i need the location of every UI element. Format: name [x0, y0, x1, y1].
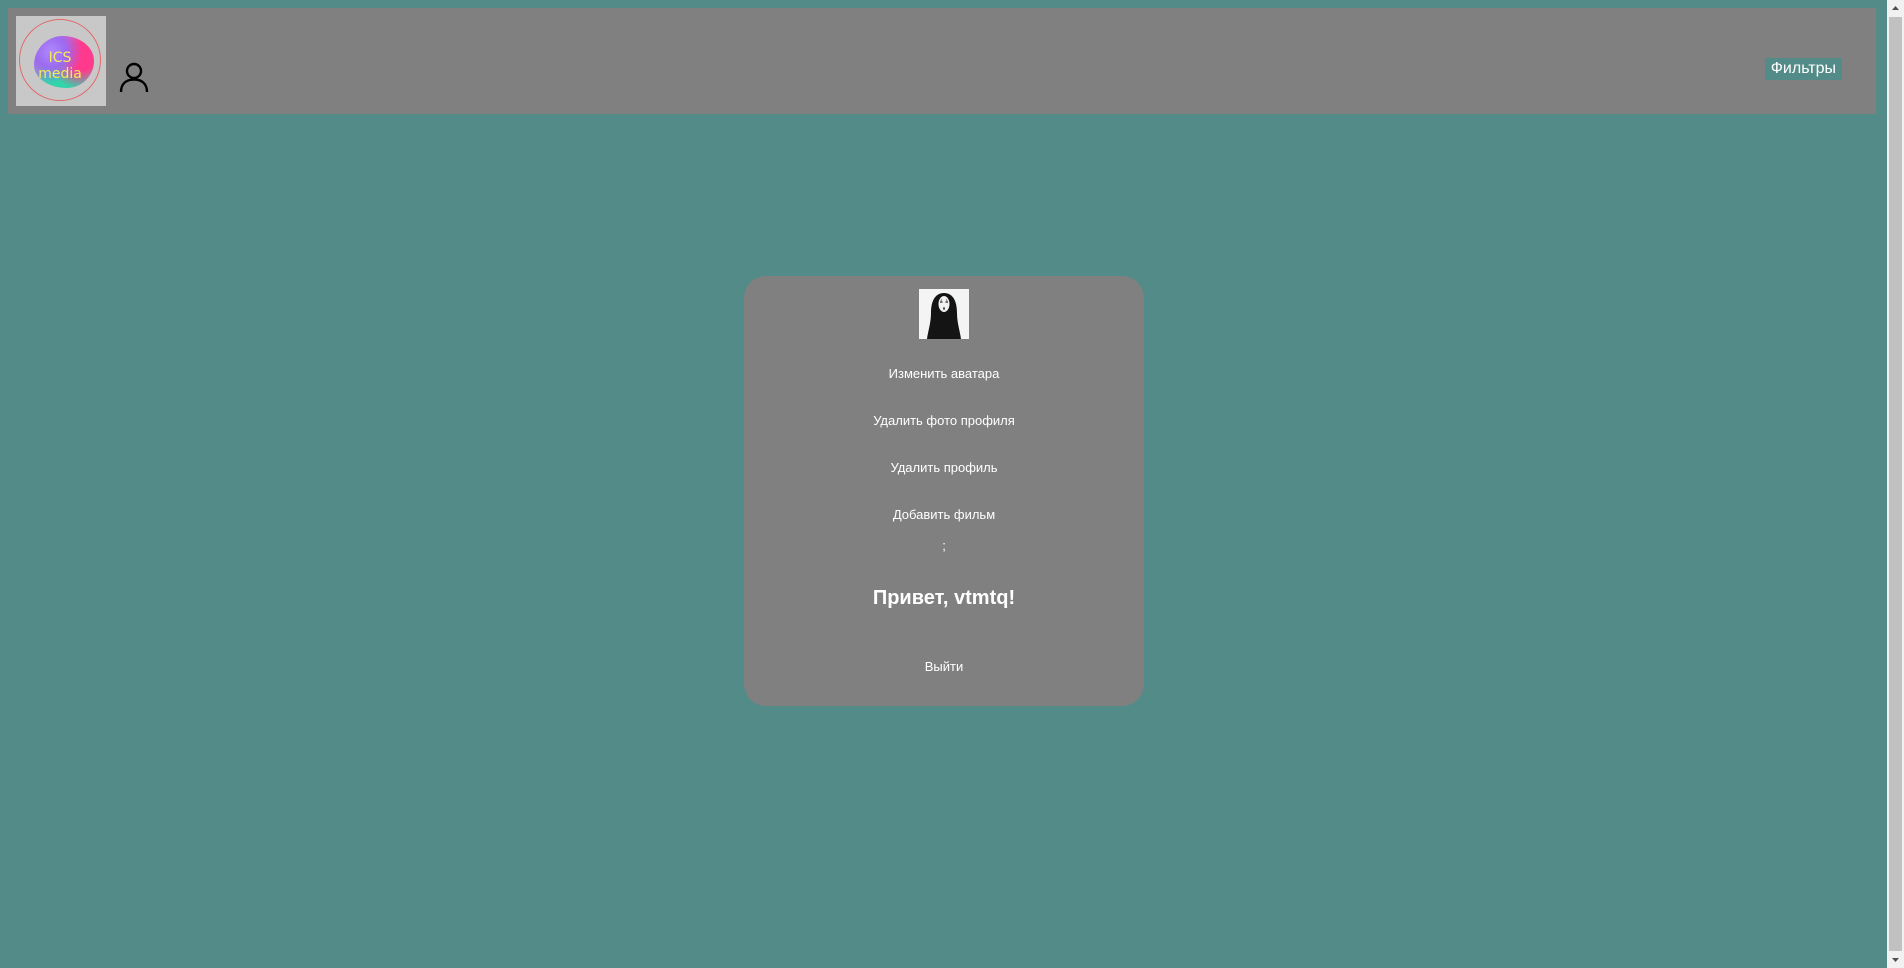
delete-profile-link[interactable]: Удалить профиль	[744, 460, 1144, 475]
top-header: ICS media Фильтры	[8, 8, 1876, 114]
add-film-link[interactable]: Добавить фильм	[744, 507, 1144, 522]
no-face-avatar-icon	[919, 289, 969, 339]
user-icon[interactable]	[118, 61, 150, 93]
scroll-up-icon[interactable]	[1887, 0, 1904, 17]
logout-link[interactable]: Выйти	[744, 659, 1144, 674]
greeting-heading: Привет, vtmtq!	[872, 587, 1016, 609]
scroll-down-icon[interactable]	[1887, 951, 1904, 968]
filters-button[interactable]: Фильтры	[1764, 58, 1842, 80]
logo-text-line2: media	[38, 66, 82, 82]
scrollbar-thumb[interactable]	[1889, 17, 1902, 951]
change-avatar-link[interactable]: Изменить аватара	[744, 366, 1144, 381]
logo-ring: ICS media	[19, 19, 101, 101]
vertical-scrollbar[interactable]	[1887, 0, 1904, 968]
profile-card: Изменить аватара Удалить фото профиля Уд…	[744, 276, 1144, 706]
separator-text: ;	[942, 538, 946, 553]
logo[interactable]: ICS media	[16, 16, 106, 106]
delete-photo-link[interactable]: Удалить фото профиля	[744, 413, 1144, 428]
logo-text-line1: ICS	[48, 50, 72, 66]
profile-avatar	[919, 289, 969, 339]
